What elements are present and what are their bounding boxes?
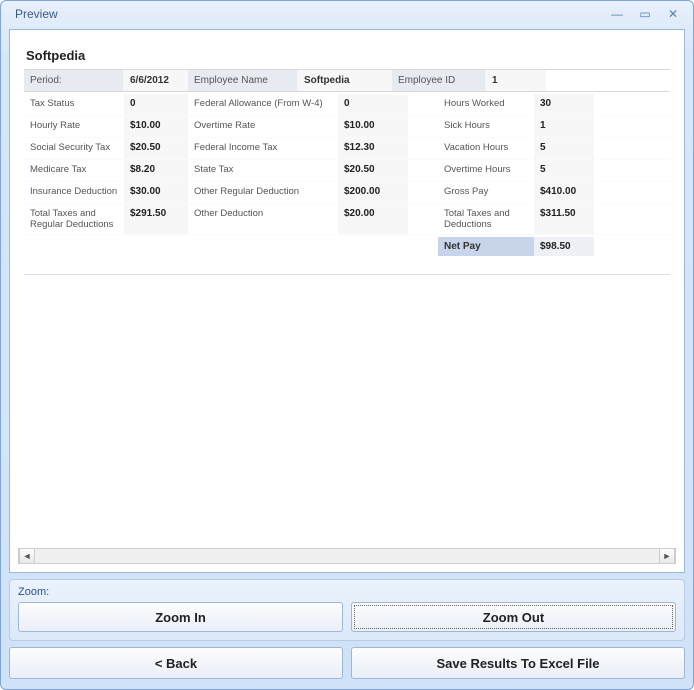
cell-label: Sick Hours xyxy=(438,116,534,137)
cell-value: 30 xyxy=(534,94,594,115)
back-button[interactable]: < Back xyxy=(9,647,343,679)
document-viewport[interactable]: Softpedia Period: 6/6/2012 Employee Name… xyxy=(18,38,676,546)
preview-panel: Softpedia Period: 6/6/2012 Employee Name… xyxy=(9,29,685,573)
cell-label: Gross Pay xyxy=(438,182,534,203)
period-label: Period: xyxy=(24,70,124,91)
cell-label: Social Security Tax xyxy=(24,138,124,159)
cell-value: 1 xyxy=(534,116,594,137)
cell-label: Other Deduction xyxy=(188,204,338,234)
zoom-legend: Zoom: xyxy=(18,586,676,598)
cell-label: Hourly Rate xyxy=(24,116,124,137)
cell-value: $12.30 xyxy=(338,138,408,159)
cell-label: Overtime Hours xyxy=(438,160,534,181)
cell-value: 0 xyxy=(124,94,188,115)
zoom-group: Zoom: Zoom In Zoom Out xyxy=(9,579,685,641)
divider xyxy=(24,274,670,275)
cell-label: Overtime Rate xyxy=(188,116,338,137)
cell-value: $200.00 xyxy=(338,182,408,203)
employee-id-label: Employee ID xyxy=(392,70,486,91)
scroll-right-icon[interactable]: ► xyxy=(659,549,675,563)
cell-value: 5 xyxy=(534,160,594,181)
employee-name-label: Employee Name xyxy=(188,70,298,91)
cell-label: Vacation Hours xyxy=(438,138,534,159)
employee-id-value: 1 xyxy=(486,70,546,91)
cell-label: Hours Worked xyxy=(438,94,534,115)
client-area: Softpedia Period: 6/6/2012 Employee Name… xyxy=(9,29,685,681)
close-button[interactable]: ✕ xyxy=(661,6,685,22)
window-title: Preview xyxy=(15,7,601,21)
table-row: Social Security Tax$20.50Federal Income … xyxy=(24,138,670,160)
cell-value: $20.50 xyxy=(124,138,188,159)
cell-label: Other Regular Deduction xyxy=(188,182,338,203)
cell-label: Total Taxes and Deductions xyxy=(438,204,534,234)
horizontal-scrollbar[interactable]: ◄ ► xyxy=(18,548,676,564)
cell-value: $8.20 xyxy=(124,160,188,181)
cell-label: Federal Allowance (From W-4) xyxy=(188,94,338,115)
table-row: Hourly Rate$10.00Overtime Rate$10.00Sick… xyxy=(24,116,670,138)
maximize-button[interactable]: ▭ xyxy=(633,6,657,22)
cell-value: 5 xyxy=(534,138,594,159)
zoom-in-button[interactable]: Zoom In xyxy=(18,602,343,632)
company-name: Softpedia xyxy=(26,48,670,63)
table-row: Tax Status0Federal Allowance (From W-4)0… xyxy=(24,94,670,116)
save-excel-button[interactable]: Save Results To Excel File xyxy=(351,647,685,679)
zoom-out-button[interactable]: Zoom Out xyxy=(351,602,676,632)
cell-value: $20.50 xyxy=(338,160,408,181)
preview-window: Preview — ▭ ✕ Softpedia Period: 6/6/2012… xyxy=(0,0,694,690)
period-value: 6/6/2012 xyxy=(124,70,188,91)
cell-value: $410.00 xyxy=(534,182,594,203)
table-row: Total Taxes and Regular Deductions$291.5… xyxy=(24,204,670,235)
cell-value: $10.00 xyxy=(124,116,188,137)
net-pay-row: Net Pay $98.50 xyxy=(24,237,670,256)
footer-buttons: < Back Save Results To Excel File xyxy=(9,647,685,679)
titlebar: Preview — ▭ ✕ xyxy=(1,1,693,27)
cell-value: $291.50 xyxy=(124,204,188,234)
net-pay-value: $98.50 xyxy=(534,237,594,256)
cell-label: Medicare Tax xyxy=(24,160,124,181)
scroll-left-icon[interactable]: ◄ xyxy=(19,549,35,563)
cell-label: Total Taxes and Regular Deductions xyxy=(24,204,124,234)
net-pay-label: Net Pay xyxy=(438,237,534,256)
header-row: Period: 6/6/2012 Employee Name Softpedia… xyxy=(24,69,670,92)
cell-label: Federal Income Tax xyxy=(188,138,338,159)
cell-value: $20.00 xyxy=(338,204,408,234)
cell-value: $10.00 xyxy=(338,116,408,137)
payroll-table: Tax Status0Federal Allowance (From W-4)0… xyxy=(24,94,670,235)
cell-value: $30.00 xyxy=(124,182,188,203)
cell-label: Tax Status xyxy=(24,94,124,115)
cell-label: State Tax xyxy=(188,160,338,181)
cell-value: 0 xyxy=(338,94,408,115)
table-row: Medicare Tax$8.20State Tax$20.50 Overtime… xyxy=(24,160,670,182)
cell-label: Insurance Deduction xyxy=(24,182,124,203)
table-row: Insurance Deduction$30.00Other Regular D… xyxy=(24,182,670,204)
employee-name-value: Softpedia xyxy=(298,70,392,91)
cell-value: $311.50 xyxy=(534,204,594,234)
minimize-button[interactable]: — xyxy=(605,6,629,22)
